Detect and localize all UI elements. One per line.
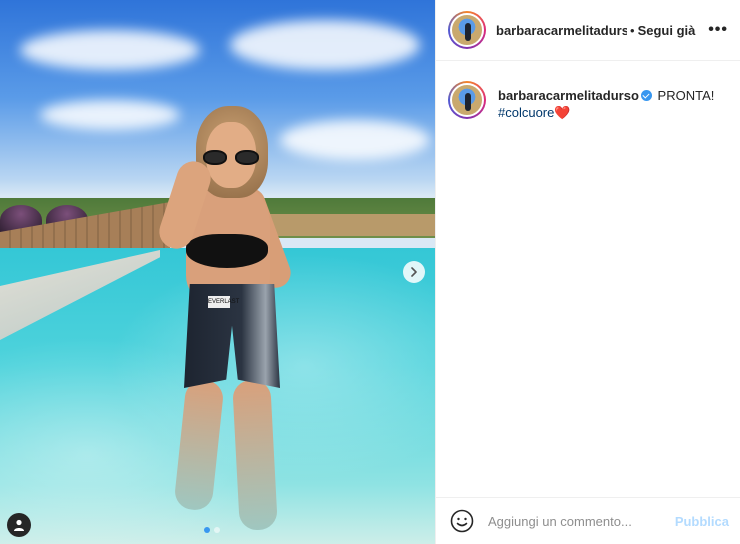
- tagged-users-button[interactable]: [7, 513, 31, 537]
- heart-emoji: ❤️: [554, 105, 571, 120]
- cloud: [280, 120, 430, 160]
- field: [250, 214, 435, 236]
- following-button[interactable]: Segui già: [638, 23, 696, 38]
- shorts-logo: EVERLAST: [208, 296, 239, 308]
- chevron-right-icon: [411, 267, 417, 277]
- bikini-top: [186, 234, 268, 268]
- sunglasses: [203, 150, 259, 166]
- avatar: [450, 83, 484, 117]
- comment-form: Pubblica: [436, 497, 740, 544]
- caption-story-ring[interactable]: [448, 81, 486, 119]
- post-sidebar: barbaracarmelitadurso • Segui già ••• ba…: [435, 0, 740, 544]
- carousel-indicator: [204, 527, 220, 533]
- carousel-dot: [214, 527, 220, 533]
- post-caption: barbaracarmelitadurso PRONTA! #colcuore❤…: [436, 61, 740, 121]
- more-options-button[interactable]: •••: [708, 21, 728, 39]
- comment-input[interactable]: [488, 513, 675, 529]
- user-tag-icon: [14, 519, 24, 531]
- person-leg: [232, 379, 278, 531]
- post-photo[interactable]: EVERLAST: [0, 0, 435, 544]
- caption-text-block: barbaracarmelitadurso PRONTA! #colcuore❤…: [498, 81, 714, 121]
- story-ring[interactable]: [448, 11, 486, 49]
- more-icon: •••: [708, 21, 728, 38]
- avatar: [450, 13, 484, 47]
- separator-dot: •: [630, 22, 635, 38]
- cloud: [40, 100, 180, 130]
- carousel-dot-active: [204, 527, 210, 533]
- emoji-icon[interactable]: [450, 509, 474, 533]
- header-username-link[interactable]: barbaracarmelitadurso: [496, 23, 627, 38]
- verified-badge-icon: [640, 90, 652, 101]
- publish-button[interactable]: Pubblica: [675, 514, 729, 529]
- next-slide-button[interactable]: [403, 261, 425, 283]
- post-header: barbaracarmelitadurso • Segui già •••: [436, 0, 740, 61]
- cloud: [20, 30, 200, 70]
- hashtag-link[interactable]: #colcuore: [498, 105, 554, 120]
- caption-text: PRONTA!: [657, 88, 715, 103]
- caption-username-link[interactable]: barbaracarmelitadurso: [498, 88, 639, 103]
- cloud: [230, 20, 420, 70]
